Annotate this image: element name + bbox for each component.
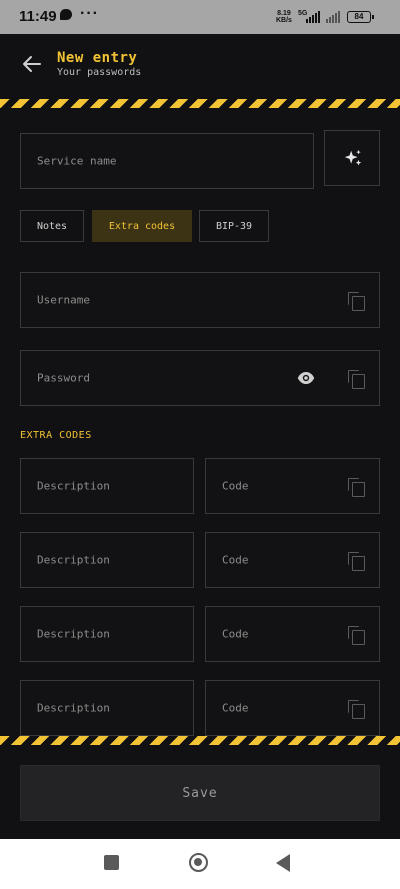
battery-icon: 84 bbox=[347, 11, 374, 23]
extra-code-value-field[interactable]: Code bbox=[205, 606, 380, 662]
copy-icon[interactable] bbox=[348, 626, 365, 645]
code-placeholder: Code bbox=[222, 627, 249, 641]
copy-icon[interactable] bbox=[348, 478, 365, 497]
signal-secondary-icon bbox=[326, 11, 340, 23]
nav-back-icon[interactable] bbox=[276, 854, 290, 872]
code-placeholder: Code bbox=[222, 479, 249, 493]
network-speed-unit: KB/s bbox=[276, 17, 292, 24]
tab-bip39[interactable]: BIP-39 bbox=[199, 210, 269, 242]
extra-code-description-field[interactable]: Description bbox=[20, 458, 194, 514]
status-time: 11:49 bbox=[19, 8, 57, 25]
message-icon bbox=[60, 9, 72, 20]
service-name-placeholder: Service name bbox=[37, 154, 117, 168]
system-nav-bar bbox=[0, 839, 400, 889]
code-placeholder: Code bbox=[222, 553, 249, 567]
extra-code-description-field[interactable]: Description bbox=[20, 606, 194, 662]
extra-codes-heading: EXTRA CODES bbox=[20, 430, 92, 441]
extra-code-description-field[interactable]: Description bbox=[20, 680, 194, 736]
description-placeholder: Description bbox=[37, 627, 110, 641]
more-notifications-icon: ··· bbox=[80, 5, 99, 22]
username-field[interactable]: Username bbox=[20, 272, 380, 328]
page-title: New entry bbox=[57, 50, 138, 66]
extra-code-value-field[interactable]: Code bbox=[205, 458, 380, 514]
signal-icon bbox=[306, 11, 320, 23]
save-button[interactable]: Save bbox=[20, 765, 380, 821]
hazard-stripe-bottom bbox=[0, 736, 400, 745]
hazard-stripe-top bbox=[0, 99, 400, 108]
description-placeholder: Description bbox=[37, 701, 110, 715]
password-field[interactable]: Password bbox=[20, 350, 380, 406]
sparkle-icon bbox=[344, 149, 362, 166]
description-placeholder: Description bbox=[37, 479, 110, 493]
tab-extra-codes[interactable]: Extra codes bbox=[92, 210, 192, 242]
password-placeholder: Password bbox=[37, 371, 90, 385]
description-placeholder: Description bbox=[37, 553, 110, 567]
code-placeholder: Code bbox=[222, 701, 249, 715]
extra-code-value-field[interactable]: Code bbox=[205, 532, 380, 588]
service-name-field[interactable]: Service name bbox=[20, 133, 314, 189]
home-icon[interactable] bbox=[189, 853, 208, 872]
recents-icon[interactable] bbox=[104, 855, 119, 870]
copy-icon[interactable] bbox=[348, 552, 365, 571]
copy-icon[interactable] bbox=[348, 370, 365, 389]
tab-notes[interactable]: Notes bbox=[20, 210, 84, 242]
network-speed-value: 8.19 bbox=[277, 10, 291, 17]
username-placeholder: Username bbox=[37, 293, 90, 307]
status-bar: 11:49 ··· 8.19 KB/s 5G 84 bbox=[0, 0, 400, 34]
generate-button[interactable] bbox=[324, 130, 380, 186]
back-arrow-icon[interactable] bbox=[20, 52, 44, 76]
extra-code-value-field[interactable]: Code bbox=[205, 680, 380, 736]
network-speed: 8.19 KB/s bbox=[276, 10, 292, 24]
page-subtitle: Your passwords bbox=[57, 67, 142, 78]
eye-icon[interactable] bbox=[297, 371, 315, 385]
copy-icon[interactable] bbox=[348, 700, 365, 719]
copy-icon[interactable] bbox=[348, 292, 365, 311]
extra-code-description-field[interactable]: Description bbox=[20, 532, 194, 588]
